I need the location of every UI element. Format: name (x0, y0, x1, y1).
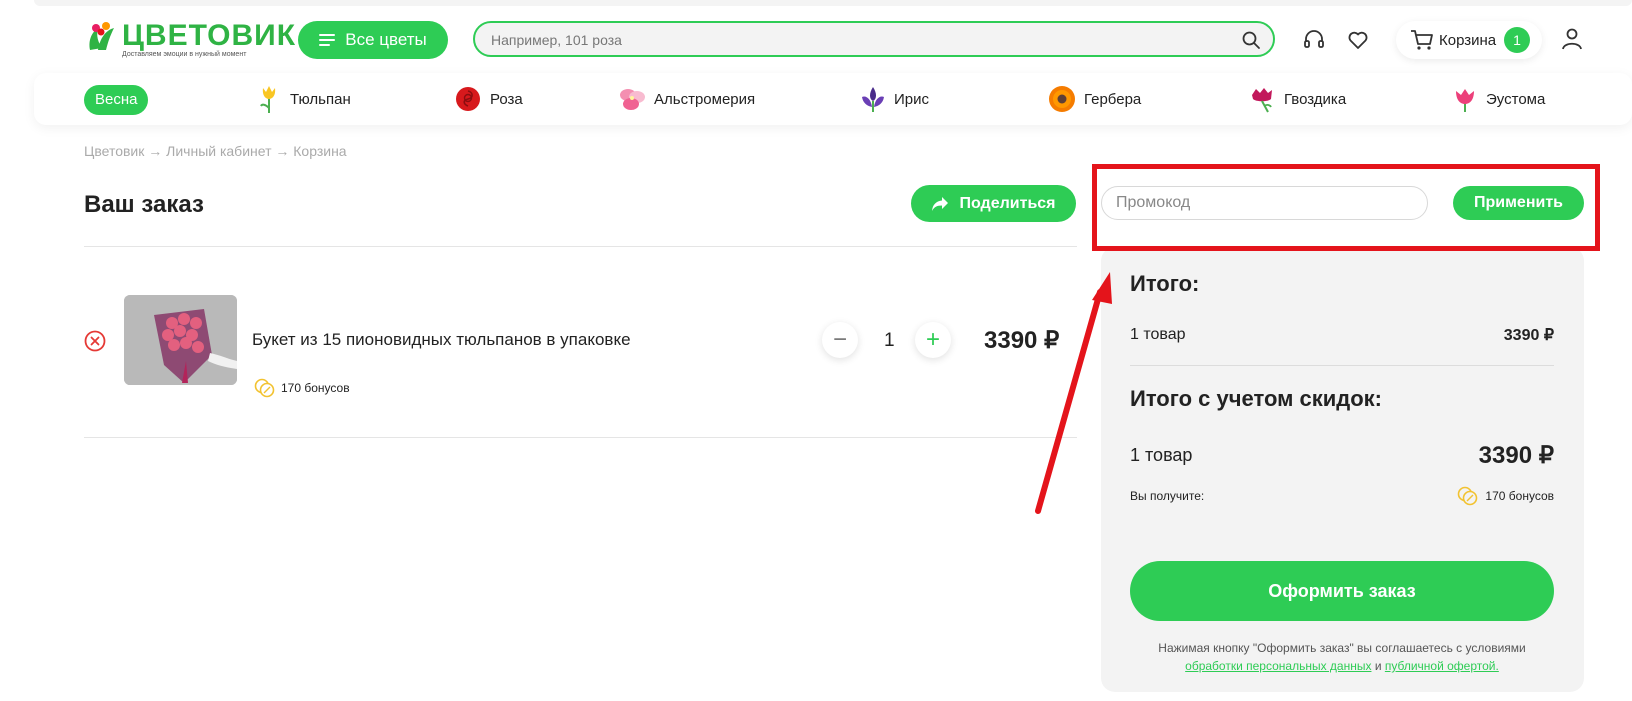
alstroemeria-icon (620, 89, 645, 110)
summary-divider (1130, 365, 1554, 366)
category-gerbera[interactable]: Гербера (1048, 83, 1141, 115)
share-label: Поделиться (959, 194, 1056, 212)
page-title: Ваш заказ (84, 191, 204, 218)
cart-label: Корзина (1439, 32, 1497, 49)
category-tulip[interactable]: Тюльпан (256, 83, 351, 115)
quantity-plus-button[interactable]: + (915, 322, 951, 358)
total-price: 3390 ₽ (1503, 327, 1554, 344)
category-rose[interactable]: Роза (454, 83, 523, 115)
category-spring-pill[interactable]: Весна (84, 85, 149, 115)
privacy-link[interactable]: обработки персональных данных (1185, 659, 1371, 673)
cart-icon (1411, 30, 1433, 50)
search-input[interactable] (489, 23, 1233, 57)
breadcrumb[interactable]: Цветовик → Личный кабинет → Корзина (84, 143, 347, 159)
discount-price: 3390 ₽ (1478, 442, 1554, 469)
logo-flower-icon (89, 22, 114, 50)
bouquet-image (124, 295, 237, 385)
category-bar: Весна Тюльпан Роза Альстромерия Ирис Гер… (34, 73, 1632, 125)
top-strip (34, 0, 1632, 6)
remove-item-icon[interactable] (84, 330, 106, 352)
tulip-icon (260, 86, 276, 113)
rose-icon (456, 87, 480, 111)
bonus-coins-icon (254, 378, 275, 398)
eustoma-icon (1456, 89, 1474, 112)
product-image[interactable] (124, 295, 237, 385)
divider (84, 246, 1077, 247)
product-name[interactable]: Букет из 15 пионовидных тюльпанов в упак… (252, 330, 631, 350)
search-bar (473, 21, 1275, 57)
legal-and: и (1374, 659, 1382, 673)
gerbera-icon (1049, 86, 1075, 112)
iris-icon (862, 87, 884, 112)
support-headset-icon[interactable] (1302, 28, 1326, 52)
category-iris[interactable]: Ирис (860, 83, 929, 115)
you-get-bonus: 170 бонусов (1457, 486, 1554, 506)
legal-text: Нажимая кнопку "Оформить заказ" вы согла… (1158, 641, 1526, 655)
quantity-value: 1 (884, 330, 895, 351)
legal-note: Нажимая кнопку "Оформить заказ" вы согла… (1130, 639, 1554, 675)
promo-code-input[interactable] (1101, 186, 1428, 220)
category-carnation[interactable]: Гвоздика (1248, 83, 1346, 115)
category-gerbera-label: Гербера (1084, 90, 1142, 108)
discount-title: Итого с учетом скидок: (1130, 386, 1382, 411)
cart-count-badge: 1 (1504, 27, 1530, 53)
discount-items: 1 товар (1130, 445, 1193, 465)
category-iris-label: Ирис (894, 90, 930, 108)
total-title: Итого: (1130, 271, 1200, 296)
category-eustoma-label: Эустома (1486, 90, 1546, 108)
favorites-heart-icon[interactable] (1346, 28, 1370, 52)
total-items: 1 товар (1130, 326, 1186, 343)
category-carnation-label: Гвоздика (1284, 90, 1347, 108)
category-alstroemeria-label: Альстромерия (654, 90, 756, 108)
quantity-minus-button[interactable]: − (822, 322, 858, 358)
logo-tagline: Доставляем эмоции в нужный момент (122, 51, 247, 58)
bonus-coins-icon (1458, 486, 1478, 506)
share-arrow-icon (932, 196, 949, 211)
checkout-button[interactable]: Оформить заказ (1130, 561, 1554, 621)
you-get-label: Вы получите: (1130, 489, 1205, 503)
divider (84, 437, 1077, 438)
category-rose-label: Роза (490, 90, 523, 108)
apply-promo-button[interactable]: Применить (1453, 186, 1584, 220)
all-flowers-button[interactable]: Все цветы (298, 21, 448, 59)
discount-row: 1 товар 3390 ₽ (1130, 441, 1554, 470)
total-row: 1 товар 3390 ₽ (1130, 325, 1554, 345)
item-price: 3390 ₽ (984, 327, 1060, 354)
all-flowers-label: Все цветы (345, 30, 427, 49)
cart-button[interactable]: Корзина 1 (1396, 21, 1542, 59)
logo-text: ЦВЕТОВИК (122, 19, 297, 52)
search-icon[interactable] (1241, 30, 1261, 50)
you-get-bonus-label: 170 бонусов (1485, 489, 1554, 503)
category-alstroemeria[interactable]: Альстромерия (618, 83, 755, 115)
item-bonus: 170 бонусов (254, 378, 350, 398)
item-bonus-label: 170 бонусов (281, 381, 350, 395)
carnation-icon (1252, 88, 1272, 113)
share-button[interactable]: Поделиться (911, 185, 1076, 222)
category-eustoma[interactable]: Эустома (1452, 83, 1545, 115)
you-get-row: Вы получите: 170 бонусов (1130, 486, 1554, 506)
logo[interactable]: ЦВЕТОВИК Доставляем эмоции в нужный моме… (84, 18, 295, 60)
menu-icon (319, 34, 336, 46)
offer-link[interactable]: публичной офертой. (1385, 659, 1499, 673)
category-tulip-label: Тюльпан (290, 90, 351, 108)
account-user-icon[interactable] (1561, 27, 1583, 51)
